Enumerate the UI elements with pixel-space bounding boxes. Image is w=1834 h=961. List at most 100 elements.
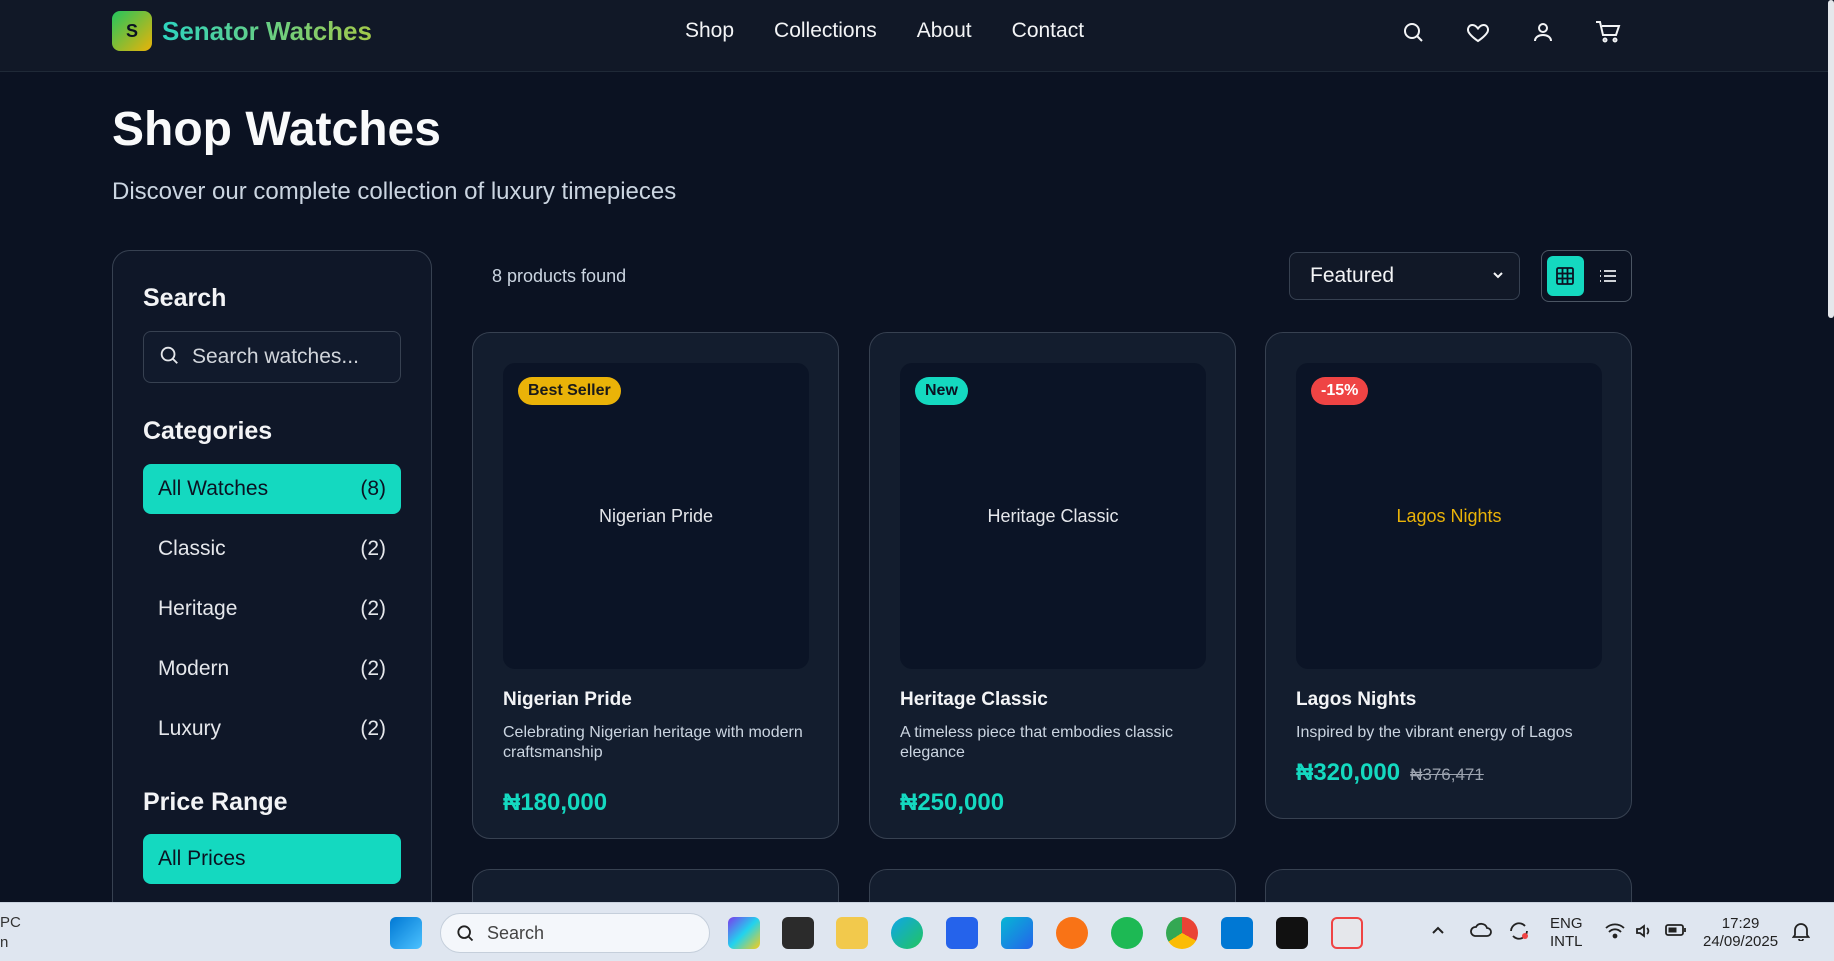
product-badge: New [915,377,968,405]
scrollbar-thumb[interactable] [1828,0,1834,318]
view-toggle [1541,250,1632,302]
category-classic[interactable]: Classic (2) [143,524,401,574]
clock[interactable]: 17:29 24/09/2025 [1703,915,1778,951]
product-card[interactable]: Best Seller Nigerian Pride Nigerian Prid… [472,332,839,839]
product-image-label: Lagos Nights [1396,505,1502,526]
nav-contact[interactable]: Contact [1012,19,1084,43]
price-all-prices[interactable]: All Prices [143,834,401,884]
brand-name: Senator Watches [162,15,372,46]
brand-logo[interactable]: S Senator Watches [112,11,372,51]
product-name[interactable]: Lagos Nights [1296,689,1416,711]
page-subtitle: Discover our complete collection of luxu… [112,178,677,205]
page-title: Shop Watches [112,103,441,156]
taskbar-search[interactable]: Search [440,913,710,953]
chevron-down-icon [1491,264,1505,288]
spotify-icon[interactable] [1111,917,1143,949]
main-nav: Shop Collections About Contact [685,19,1084,43]
category-label: All Watches [158,477,269,500]
onedrive-icon[interactable] [1470,921,1492,944]
search-input[interactable] [192,345,392,369]
app-icon[interactable] [1276,917,1308,949]
category-luxury[interactable]: Luxury (2) [143,704,401,754]
sync-icon[interactable] [1508,921,1530,946]
app-icon[interactable] [1001,917,1033,949]
categories-heading: Categories [143,417,273,445]
vscode-icon[interactable] [1221,917,1253,949]
product-price-row: ₦320,000 ₦376,471 [1296,759,1484,787]
header-actions [1397,16,1624,48]
product-image-label: Heritage Classic [987,505,1119,526]
product-price: ₦180,000 [503,789,608,816]
nav-about[interactable]: About [917,19,972,43]
taskbar-widget[interactable]: PC n [0,913,21,953]
start-icon[interactable] [390,917,422,949]
nav-collections[interactable]: Collections [774,19,877,43]
widget-line-2: n [0,934,9,951]
category-label: Modern [158,657,230,680]
heart-icon[interactable] [1462,16,1494,48]
product-badge: -15% [1311,377,1369,405]
product-card[interactable]: New Heritage Classic Heritage Classic A … [869,332,1236,839]
chevron-up-icon[interactable] [1430,923,1446,944]
product-name[interactable]: Nigerian Pride [503,689,632,711]
cart-icon[interactable] [1592,16,1624,48]
search-heading: Search [143,284,227,312]
category-label: Luxury [158,717,222,740]
page-scrollbar[interactable] [1828,0,1834,902]
clock-date: 24/09/2025 [1703,933,1779,950]
site-header: S Senator Watches Shop Collections About… [0,0,1828,72]
product-description: A timeless piece that embodies classic e… [900,724,1174,761]
filter-sidebar: Search Categories All Watches (8) Classi… [112,250,432,950]
volume-icon[interactable] [1635,923,1655,944]
category-count: (2) [360,657,386,680]
grid-view-button[interactable] [1547,256,1584,296]
product-price: ₦250,000 [900,789,1005,816]
language-indicator[interactable]: ENG INTL [1550,915,1583,951]
product-image-label: Nigerian Pride [598,505,714,526]
taskbar-search-label: Search [487,922,545,943]
keyboard-layout: INTL [1550,933,1583,950]
category-count: (8) [360,477,386,500]
product-badge: Best Seller [518,377,621,405]
product-image[interactable]: Best Seller Nigerian Pride [503,363,809,669]
task-view-icon[interactable] [782,917,814,949]
product-count: 8 products found [492,266,627,286]
price-range-heading: Price Range [143,788,288,816]
product-old-price: ₦376,471 [1410,765,1484,784]
product-image[interactable]: -15% Lagos Nights [1296,363,1602,669]
language-code: ENG [1550,915,1583,932]
product-price: ₦320,000 [1296,759,1401,786]
category-all-watches[interactable]: All Watches (8) [143,464,401,514]
search-icon[interactable] [1397,16,1429,48]
chrome-icon[interactable] [1166,917,1198,949]
category-label: Classic [158,537,226,560]
product-description: Celebrating Nigerian heritage with moder… [503,724,803,761]
category-modern[interactable]: Modern (2) [143,644,401,694]
blender-icon[interactable] [1056,917,1088,949]
sort-selected-value: Featured [1310,264,1395,287]
file-explorer-icon[interactable] [836,917,868,949]
battery-icon[interactable] [1665,923,1687,942]
category-count: (2) [360,717,386,740]
clock-time: 17:29 [1721,915,1760,932]
product-name[interactable]: Heritage Classic [900,689,1048,711]
snipping-tool-icon[interactable] [1331,917,1363,949]
os-taskbar: PC n Search ENG INTL 17:29 24/09/2025 [0,902,1834,961]
search-icon [457,925,474,942]
product-card[interactable]: -15% Lagos Nights Lagos Nights Inspired … [1265,332,1632,819]
user-icon[interactable] [1527,16,1559,48]
product-description: Inspired by the vibrant energy of Lagos [1296,724,1573,741]
list-view-button[interactable] [1590,256,1627,296]
nav-shop[interactable]: Shop [685,19,734,43]
search-icon [158,344,180,371]
notification-bell-icon[interactable] [1791,921,1811,946]
edge-icon[interactable] [891,917,923,949]
product-image[interactable]: New Heritage Classic [900,363,1206,669]
wifi-icon[interactable] [1605,923,1625,944]
sort-select[interactable]: Featured [1289,252,1520,300]
category-count: (2) [360,537,386,560]
category-heritage[interactable]: Heritage (2) [143,584,401,634]
copilot-icon[interactable] [728,917,760,949]
store-icon[interactable] [946,917,978,949]
search-field[interactable] [143,331,401,383]
